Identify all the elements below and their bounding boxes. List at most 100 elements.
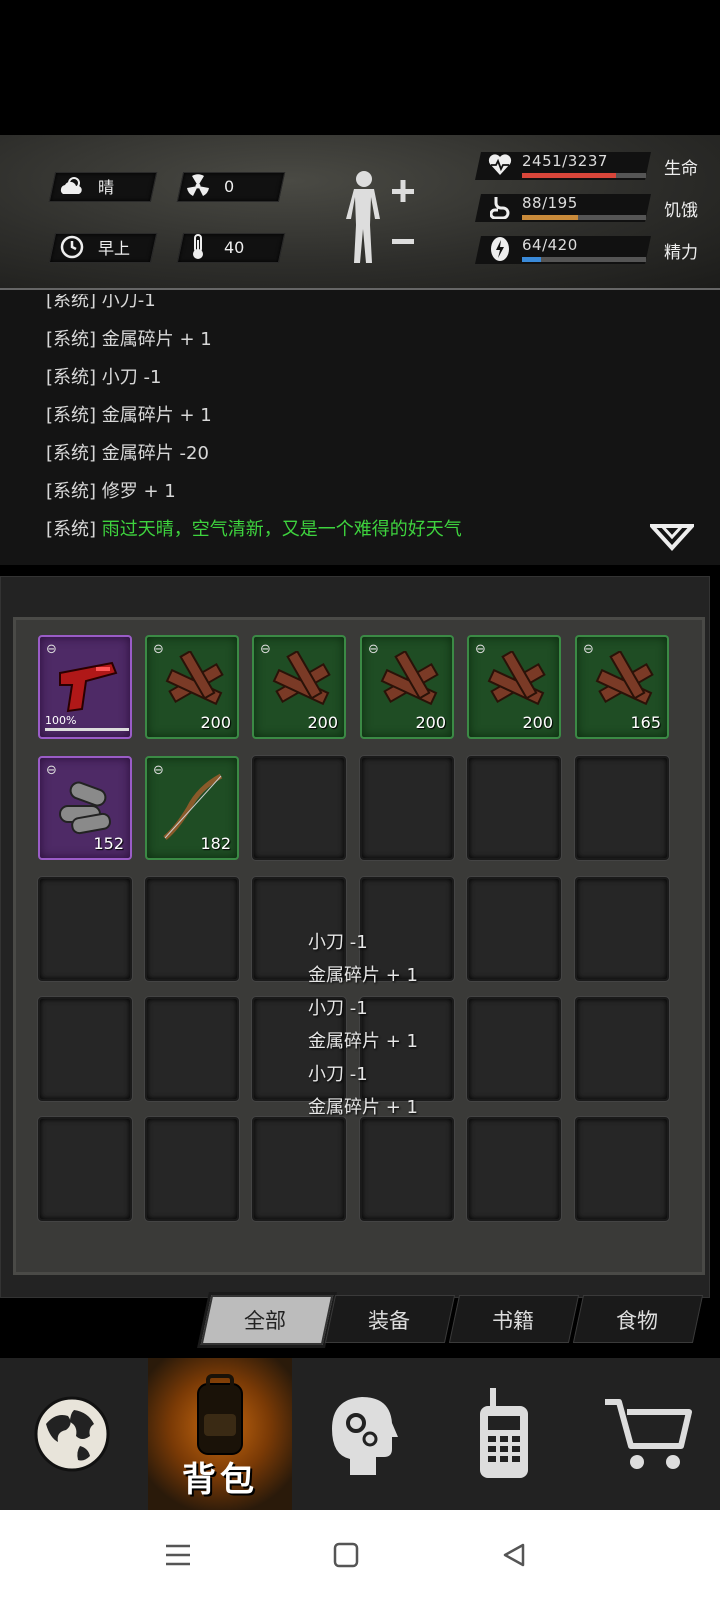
head-gears-icon bbox=[332, 1397, 398, 1475]
body-status-button[interactable] bbox=[340, 167, 420, 267]
radiation-icon bbox=[184, 172, 212, 200]
wood-planks-icon bbox=[595, 651, 654, 706]
inventory-slot-empty[interactable] bbox=[38, 1117, 132, 1221]
inventory-slot-empty[interactable] bbox=[38, 877, 132, 981]
globe-icon bbox=[34, 1396, 110, 1472]
log-line: [系统] 金属碎片 + 1 bbox=[46, 329, 212, 350]
radiation-indicator[interactable]: 0 bbox=[184, 172, 234, 200]
floating-message: 金属碎片 + 1 bbox=[308, 1031, 418, 1052]
floating-message: 金属碎片 + 1 bbox=[308, 1097, 418, 1118]
tab-equipment[interactable]: 装备 bbox=[330, 1305, 448, 1335]
item-quantity: 200 bbox=[415, 713, 446, 732]
item-quantity: 182 bbox=[200, 834, 231, 853]
radiation-value: 0 bbox=[224, 176, 235, 196]
menu-icon[interactable] bbox=[158, 1535, 198, 1575]
stat-name: 饥饿 bbox=[664, 201, 698, 221]
time-indicator[interactable]: 早上 bbox=[58, 233, 130, 261]
inventory-slot-wood-planks[interactable]: ⊖ 165 bbox=[575, 635, 669, 739]
nav-skills-button[interactable] bbox=[288, 1358, 432, 1510]
bullets-icon bbox=[59, 781, 111, 835]
nav-radio-button[interactable] bbox=[432, 1358, 576, 1510]
wooden-bow-icon bbox=[163, 773, 223, 840]
inventory-slot-empty[interactable] bbox=[145, 877, 239, 981]
wood-planks-icon bbox=[380, 651, 439, 706]
stat-energy[interactable]: 64/420 精力 bbox=[475, 232, 698, 266]
inventory-slot-empty[interactable] bbox=[575, 997, 669, 1101]
inventory-slot-wood-planks[interactable]: ⊖ 200 bbox=[467, 635, 561, 739]
inventory-slot-empty[interactable] bbox=[467, 997, 561, 1101]
floating-message: 小刀 -1 bbox=[308, 1064, 368, 1085]
log-line-highlight: [系统] 雨过天晴，空气清新，又是一个难得的好天气 bbox=[46, 519, 462, 540]
time-label: 早上 bbox=[98, 239, 131, 258]
weather-indicator[interactable]: 晴 bbox=[58, 172, 114, 200]
tab-books[interactable]: 书籍 bbox=[454, 1305, 572, 1335]
nav-shop-button[interactable] bbox=[576, 1358, 720, 1510]
log-line: [系统] 金属碎片 -20 bbox=[46, 443, 209, 464]
back-icon[interactable] bbox=[494, 1535, 534, 1575]
floating-message: 金属碎片 + 1 bbox=[308, 965, 418, 986]
tab-all[interactable]: 全部 bbox=[206, 1305, 324, 1335]
inventory-slot-empty[interactable] bbox=[145, 1117, 239, 1221]
wood-planks-icon bbox=[272, 651, 331, 706]
nav-map-button[interactable] bbox=[0, 1358, 144, 1510]
body-figure-icon bbox=[346, 171, 414, 263]
message-log[interactable]: [系统] 小刀-1 [系统] 金属碎片 + 1 [系统] 小刀 -1 [系统] … bbox=[0, 290, 720, 565]
nav-backpack-label: 背包 bbox=[182, 1460, 258, 1500]
log-line: [系统] 金属碎片 + 1 bbox=[46, 405, 212, 426]
status-panel: 晴 0 早上 40 2451/3237 生命 88/195 饥饿 64/420 … bbox=[0, 135, 720, 290]
inventory-slot-empty[interactable] bbox=[467, 756, 561, 860]
heart-pulse-icon bbox=[488, 152, 512, 178]
stat-hunger[interactable]: 88/195 饥饿 bbox=[475, 190, 698, 224]
stat-value: 2451/3237 bbox=[522, 152, 608, 170]
inventory-slot-empty[interactable] bbox=[575, 756, 669, 860]
item-quantity: 200 bbox=[522, 713, 553, 732]
durability-label: 100% bbox=[45, 714, 77, 727]
stat-value: 88/195 bbox=[522, 194, 578, 212]
inventory-slot-wood-planks[interactable]: ⊖ 200 bbox=[252, 635, 346, 739]
expand-log-icon[interactable] bbox=[647, 522, 697, 552]
wood-planks-icon bbox=[165, 651, 224, 706]
inventory-slot-red-pistol[interactable]: ⊖ 100% bbox=[38, 635, 132, 739]
inventory-slot-empty[interactable] bbox=[252, 756, 346, 860]
temperature-indicator[interactable]: 40 bbox=[184, 233, 244, 261]
weather-label: 晴 bbox=[98, 178, 115, 197]
cart-icon bbox=[605, 1399, 692, 1469]
inventory-slot-wooden-bow[interactable]: ⊖ 182 bbox=[145, 756, 239, 860]
inventory-slot-empty[interactable] bbox=[38, 997, 132, 1101]
inventory-slot-empty[interactable] bbox=[145, 997, 239, 1101]
inventory-slot-bullets[interactable]: ⊖ 152 bbox=[38, 756, 132, 860]
log-line: [系统] 小刀 -1 bbox=[46, 367, 162, 388]
inventory-slot-empty[interactable] bbox=[252, 1117, 346, 1221]
energy-icon bbox=[488, 236, 512, 262]
health-bar-fill bbox=[522, 173, 616, 178]
home-icon[interactable] bbox=[326, 1535, 366, 1575]
inventory-slot-wood-planks[interactable]: ⊖ 200 bbox=[145, 635, 239, 739]
stomach-icon bbox=[488, 194, 512, 220]
tab-food[interactable]: 食物 bbox=[578, 1305, 696, 1335]
item-quantity: 200 bbox=[307, 713, 338, 732]
stat-name: 精力 bbox=[664, 243, 698, 263]
inventory-slot-empty[interactable] bbox=[467, 1117, 561, 1221]
inventory-slot-empty[interactable] bbox=[575, 877, 669, 981]
red-pistol-icon bbox=[59, 661, 118, 713]
stat-health[interactable]: 2451/3237 生命 bbox=[475, 148, 698, 182]
durability-bar bbox=[45, 728, 129, 731]
inventory-slot-empty[interactable] bbox=[360, 1117, 454, 1221]
floating-message: 小刀 -1 bbox=[308, 998, 368, 1019]
log-line: [系统] 修罗 + 1 bbox=[46, 481, 176, 502]
inventory-slot-empty[interactable] bbox=[360, 756, 454, 860]
item-quantity: 200 bbox=[200, 713, 231, 732]
inventory-slot-empty[interactable] bbox=[575, 1117, 669, 1221]
energy-bar-fill bbox=[522, 257, 541, 262]
item-quantity: 152 bbox=[93, 834, 124, 853]
inventory-slot-wood-planks[interactable]: ⊖ 200 bbox=[360, 635, 454, 739]
log-line-partial: [系统] 小刀-1 bbox=[46, 290, 156, 311]
clock-icon bbox=[58, 233, 86, 261]
stat-value: 64/420 bbox=[522, 236, 578, 254]
cloud-sun-icon bbox=[58, 172, 86, 200]
inventory-slot-empty[interactable] bbox=[467, 877, 561, 981]
temperature-value: 40 bbox=[224, 237, 245, 257]
hunger-bar-fill bbox=[522, 215, 578, 220]
thermometer-icon bbox=[184, 233, 212, 261]
stat-name: 生命 bbox=[664, 159, 698, 179]
